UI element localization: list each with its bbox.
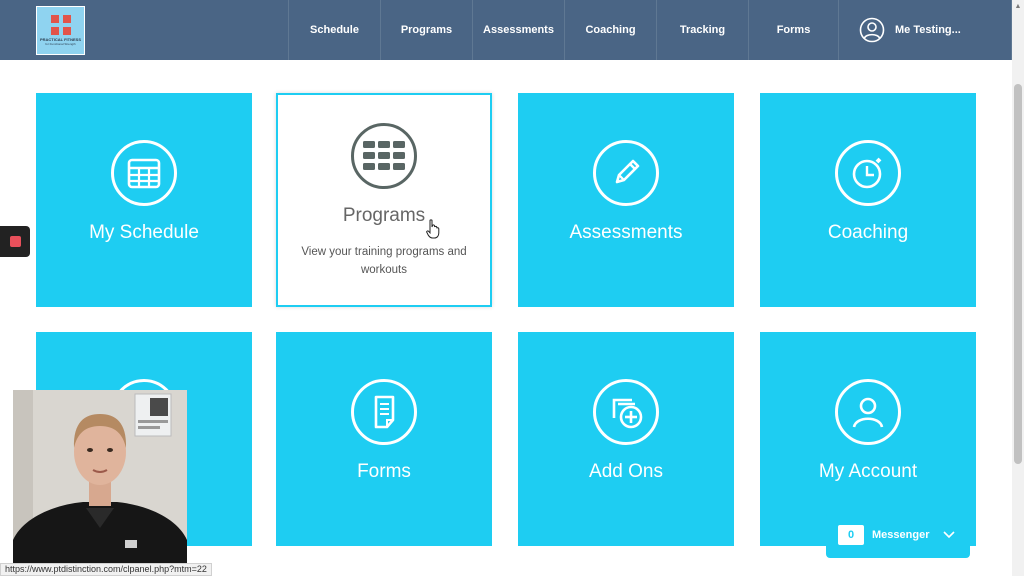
hand-cursor-icon (426, 219, 440, 239)
tile-label: My Account (818, 461, 918, 482)
document-icon (351, 379, 417, 445)
nav-coaching[interactable]: Coaching (564, 0, 656, 60)
chevron-down-icon[interactable] (943, 531, 956, 539)
account-icon (835, 379, 901, 445)
tile-my-schedule[interactable]: My Schedule (36, 93, 252, 307)
tile-label: Assessments (569, 222, 683, 243)
messenger-widget[interactable]: 0 Messenger (826, 512, 970, 558)
pencil-icon (593, 140, 659, 206)
main-nav: Schedule Programs Assessments Coaching T… (288, 0, 1012, 60)
tile-label: My Schedule (89, 222, 199, 243)
page-scrollbar[interactable]: ▲ (1012, 0, 1024, 576)
record-button[interactable] (0, 226, 30, 257)
user-name: Me Testing... (895, 24, 961, 36)
tile-label: Programs (342, 205, 426, 226)
messenger-label: Messenger (872, 529, 930, 541)
tile-programs[interactable]: Programs View your training programs and… (276, 93, 492, 307)
webcam-overlay (13, 390, 187, 563)
tile-label: Coaching (827, 222, 909, 243)
tile-add-ons[interactable]: Add Ons (518, 332, 734, 546)
tile-label: Forms (357, 461, 411, 482)
user-menu[interactable]: Me Testing... (838, 0, 1012, 60)
grid-icon (351, 123, 417, 189)
brand-logo[interactable]: PRACTICAL FITNESS for Functional Strengt… (36, 6, 85, 55)
scroll-thumb[interactable] (1014, 84, 1022, 464)
tile-coaching[interactable]: Coaching (760, 93, 976, 307)
logo-tagline: for Functional Strength (45, 42, 76, 46)
nav-forms[interactable]: Forms (748, 0, 838, 60)
scroll-up-arrow-icon[interactable]: ▲ (1012, 0, 1024, 14)
tile-description: View your training programs and workouts (301, 246, 467, 276)
tile-label: Add Ons (589, 461, 663, 482)
status-bar-url: https://www.ptdistinction.com/clpanel.ph… (0, 563, 212, 576)
nav-schedule[interactable]: Schedule (288, 0, 380, 60)
nav-programs[interactable]: Programs (380, 0, 472, 60)
top-navigation-bar: PRACTICAL FITNESS for Functional Strengt… (0, 0, 1012, 60)
nav-tracking[interactable]: Tracking (656, 0, 748, 60)
user-circle-icon (859, 17, 885, 43)
logo-mark-icon (50, 15, 71, 35)
record-icon (9, 236, 21, 247)
presenter-video-image (13, 390, 187, 563)
calendar-icon (111, 140, 177, 206)
nav-assessments[interactable]: Assessments (472, 0, 564, 60)
add-icon (593, 379, 659, 445)
stopwatch-icon (835, 140, 901, 206)
message-count-badge: 0 (838, 525, 864, 545)
tile-assessments[interactable]: Assessments (518, 93, 734, 307)
tile-forms[interactable]: Forms (276, 332, 492, 546)
